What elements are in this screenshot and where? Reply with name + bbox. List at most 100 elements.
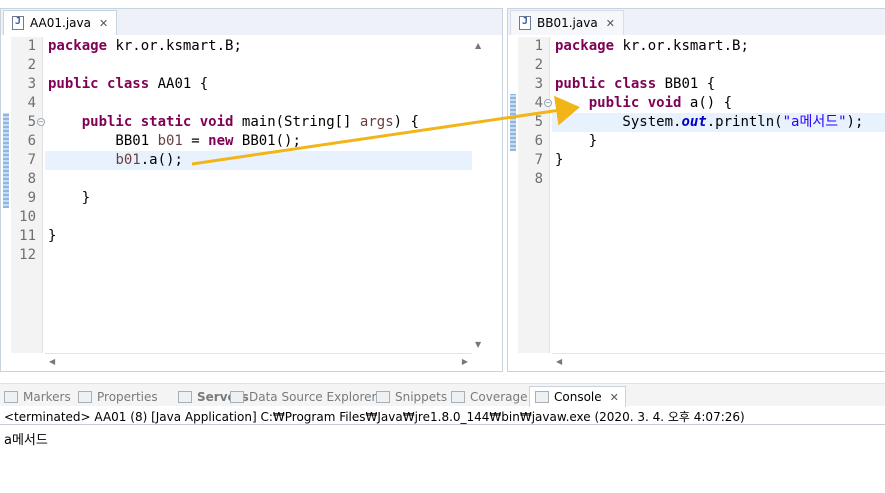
tab-label: BB01.java <box>537 16 598 30</box>
horizontal-scrollbar[interactable]: ◀ ▶ <box>45 353 472 371</box>
console-output: a메서드 <box>4 433 48 448</box>
code-token: } <box>555 152 564 168</box>
code-line[interactable]: System.out.println("a메서드"); <box>552 113 885 132</box>
line-number: 6 <box>27 133 36 149</box>
tab-coverage[interactable]: Coverage <box>451 386 528 407</box>
code-editor-aa01[interactable]: 1 2 3 4 5−6 7 8 9 10 11 12 package kr.or.ksmart.B;… <box>1 37 502 371</box>
code-line[interactable]: public class AA01 { <box>45 75 472 94</box>
tab-properties[interactable]: Properties <box>78 386 158 407</box>
horizontal-scrollbar[interactable]: ◀ <box>552 353 885 371</box>
code-token: .println( <box>706 114 783 130</box>
markers-icon <box>4 390 18 403</box>
tab-label: Data Source Explorer <box>249 389 377 404</box>
line-number: 11 <box>19 228 36 244</box>
close-icon[interactable]: ✕ <box>606 17 615 30</box>
servers-icon <box>178 390 192 403</box>
line-number: 12 <box>19 247 36 263</box>
code-token: } <box>48 190 91 206</box>
close-icon[interactable]: ✕ <box>610 391 619 404</box>
line-number: 6 <box>534 133 543 149</box>
tab-data-source-explorer[interactable]: Data Source Explorer <box>230 386 376 407</box>
code-line[interactable] <box>45 94 472 113</box>
code-line[interactable]: } <box>45 227 472 246</box>
editor-pane-aa01: J AA01.java ✕ 1 2 3 4 5−6 7 8 9 10 11 12 package k… <box>0 8 503 372</box>
code-token: static <box>140 114 200 130</box>
line-number: 9 <box>27 190 36 206</box>
code-line[interactable]: } <box>552 151 885 170</box>
close-icon[interactable]: ✕ <box>99 17 108 30</box>
code-token: class <box>107 76 158 92</box>
code-token: "a메서드" <box>782 114 847 130</box>
code-line[interactable] <box>45 56 472 75</box>
tab-label: Snippets <box>395 389 448 404</box>
vertical-scrollbar[interactable]: ▲ ▼ <box>472 37 488 353</box>
tab-label: AA01.java <box>30 16 91 30</box>
code-line[interactable]: public class BB01 { <box>552 75 885 94</box>
line-number: 4 <box>534 95 543 111</box>
console-icon <box>535 391 549 403</box>
editor-pane-bb01: J BB01.java ✕ 1 2 3 4−5 6 7 8 package kr.or.ks… <box>507 8 885 372</box>
code-token: void <box>199 114 242 130</box>
code-line[interactable] <box>45 246 472 265</box>
code-token: package <box>48 38 116 54</box>
code-line[interactable]: public static void main(String[] args) { <box>45 113 472 132</box>
code-token: ); <box>846 114 864 130</box>
scroll-right-icon[interactable]: ▶ <box>462 357 468 366</box>
coverage-icon <box>451 390 465 403</box>
code-token: void <box>647 95 690 111</box>
fold-toggle-icon[interactable]: − <box>544 99 552 107</box>
line-number: 3 <box>27 76 36 92</box>
scroll-down-icon[interactable]: ▼ <box>475 340 481 349</box>
line-number: 7 <box>534 152 543 168</box>
scroll-up-icon[interactable]: ▲ <box>475 41 481 50</box>
code-line[interactable]: b01.a(); <box>45 151 472 170</box>
code-line[interactable]: package kr.or.ksmart.B; <box>552 37 885 56</box>
tab-console[interactable]: Console ✕ <box>529 386 626 407</box>
fold-toggle-icon[interactable]: − <box>37 118 45 126</box>
line-number: 2 <box>534 57 543 73</box>
code-token: class <box>614 76 665 92</box>
tab-label: Coverage <box>470 389 528 404</box>
code-token: = <box>182 133 209 149</box>
code-line[interactable] <box>552 56 885 75</box>
code-editor-bb01[interactable]: 1 2 3 4−5 6 7 8 package kr.or.ksmart.B; public … <box>508 37 885 371</box>
tab-snippets[interactable]: Snippets <box>376 386 447 407</box>
code-token: BB01(); <box>241 133 301 149</box>
code-line[interactable]: public void a() { <box>552 94 885 113</box>
code-token: kr.or.ksmart.B; <box>115 38 242 54</box>
code-line[interactable]: package kr.or.ksmart.B; <box>45 37 472 56</box>
snippets-icon <box>376 390 390 403</box>
tab-bb01-java[interactable]: J BB01.java ✕ <box>510 10 624 35</box>
java-file-icon: J <box>12 16 24 30</box>
code-token: AA01 { <box>157 76 209 92</box>
line-number: 5 <box>27 114 36 130</box>
line-number-gutter: 1 2 3 4 5−6 7 8 9 10 11 12 <box>11 37 45 353</box>
data-source-icon <box>230 390 244 403</box>
code-line[interactable] <box>45 208 472 227</box>
tab-markers[interactable]: Markers <box>4 386 71 407</box>
code-token: package <box>555 38 623 54</box>
code-area[interactable]: package kr.or.ksmart.B; public class BB01… <box>552 37 885 353</box>
scroll-left-icon[interactable]: ◀ <box>556 357 562 366</box>
code-token: new <box>208 133 242 149</box>
code-line[interactable]: BB01 b01 = new BB01(); <box>45 132 472 151</box>
code-line[interactable] <box>45 170 472 189</box>
scroll-left-icon[interactable]: ◀ <box>49 357 55 366</box>
change-marker <box>3 113 9 208</box>
code-token: System. <box>555 114 682 130</box>
tab-aa01-java[interactable]: J AA01.java ✕ <box>3 10 118 35</box>
line-number: 1 <box>27 38 36 54</box>
code-token: BB01 { <box>664 76 716 92</box>
code-line[interactable]: } <box>45 189 472 208</box>
code-token: public <box>81 114 141 130</box>
tab-label: Properties <box>97 389 158 404</box>
line-number: 5 <box>534 114 543 130</box>
line-number: 3 <box>534 76 543 92</box>
code-token: kr.or.ksmart.B; <box>622 38 749 54</box>
code-line[interactable] <box>552 170 885 189</box>
code-line[interactable]: } <box>552 132 885 151</box>
code-area[interactable]: package kr.or.ksmart.B; public class AA01… <box>45 37 472 353</box>
